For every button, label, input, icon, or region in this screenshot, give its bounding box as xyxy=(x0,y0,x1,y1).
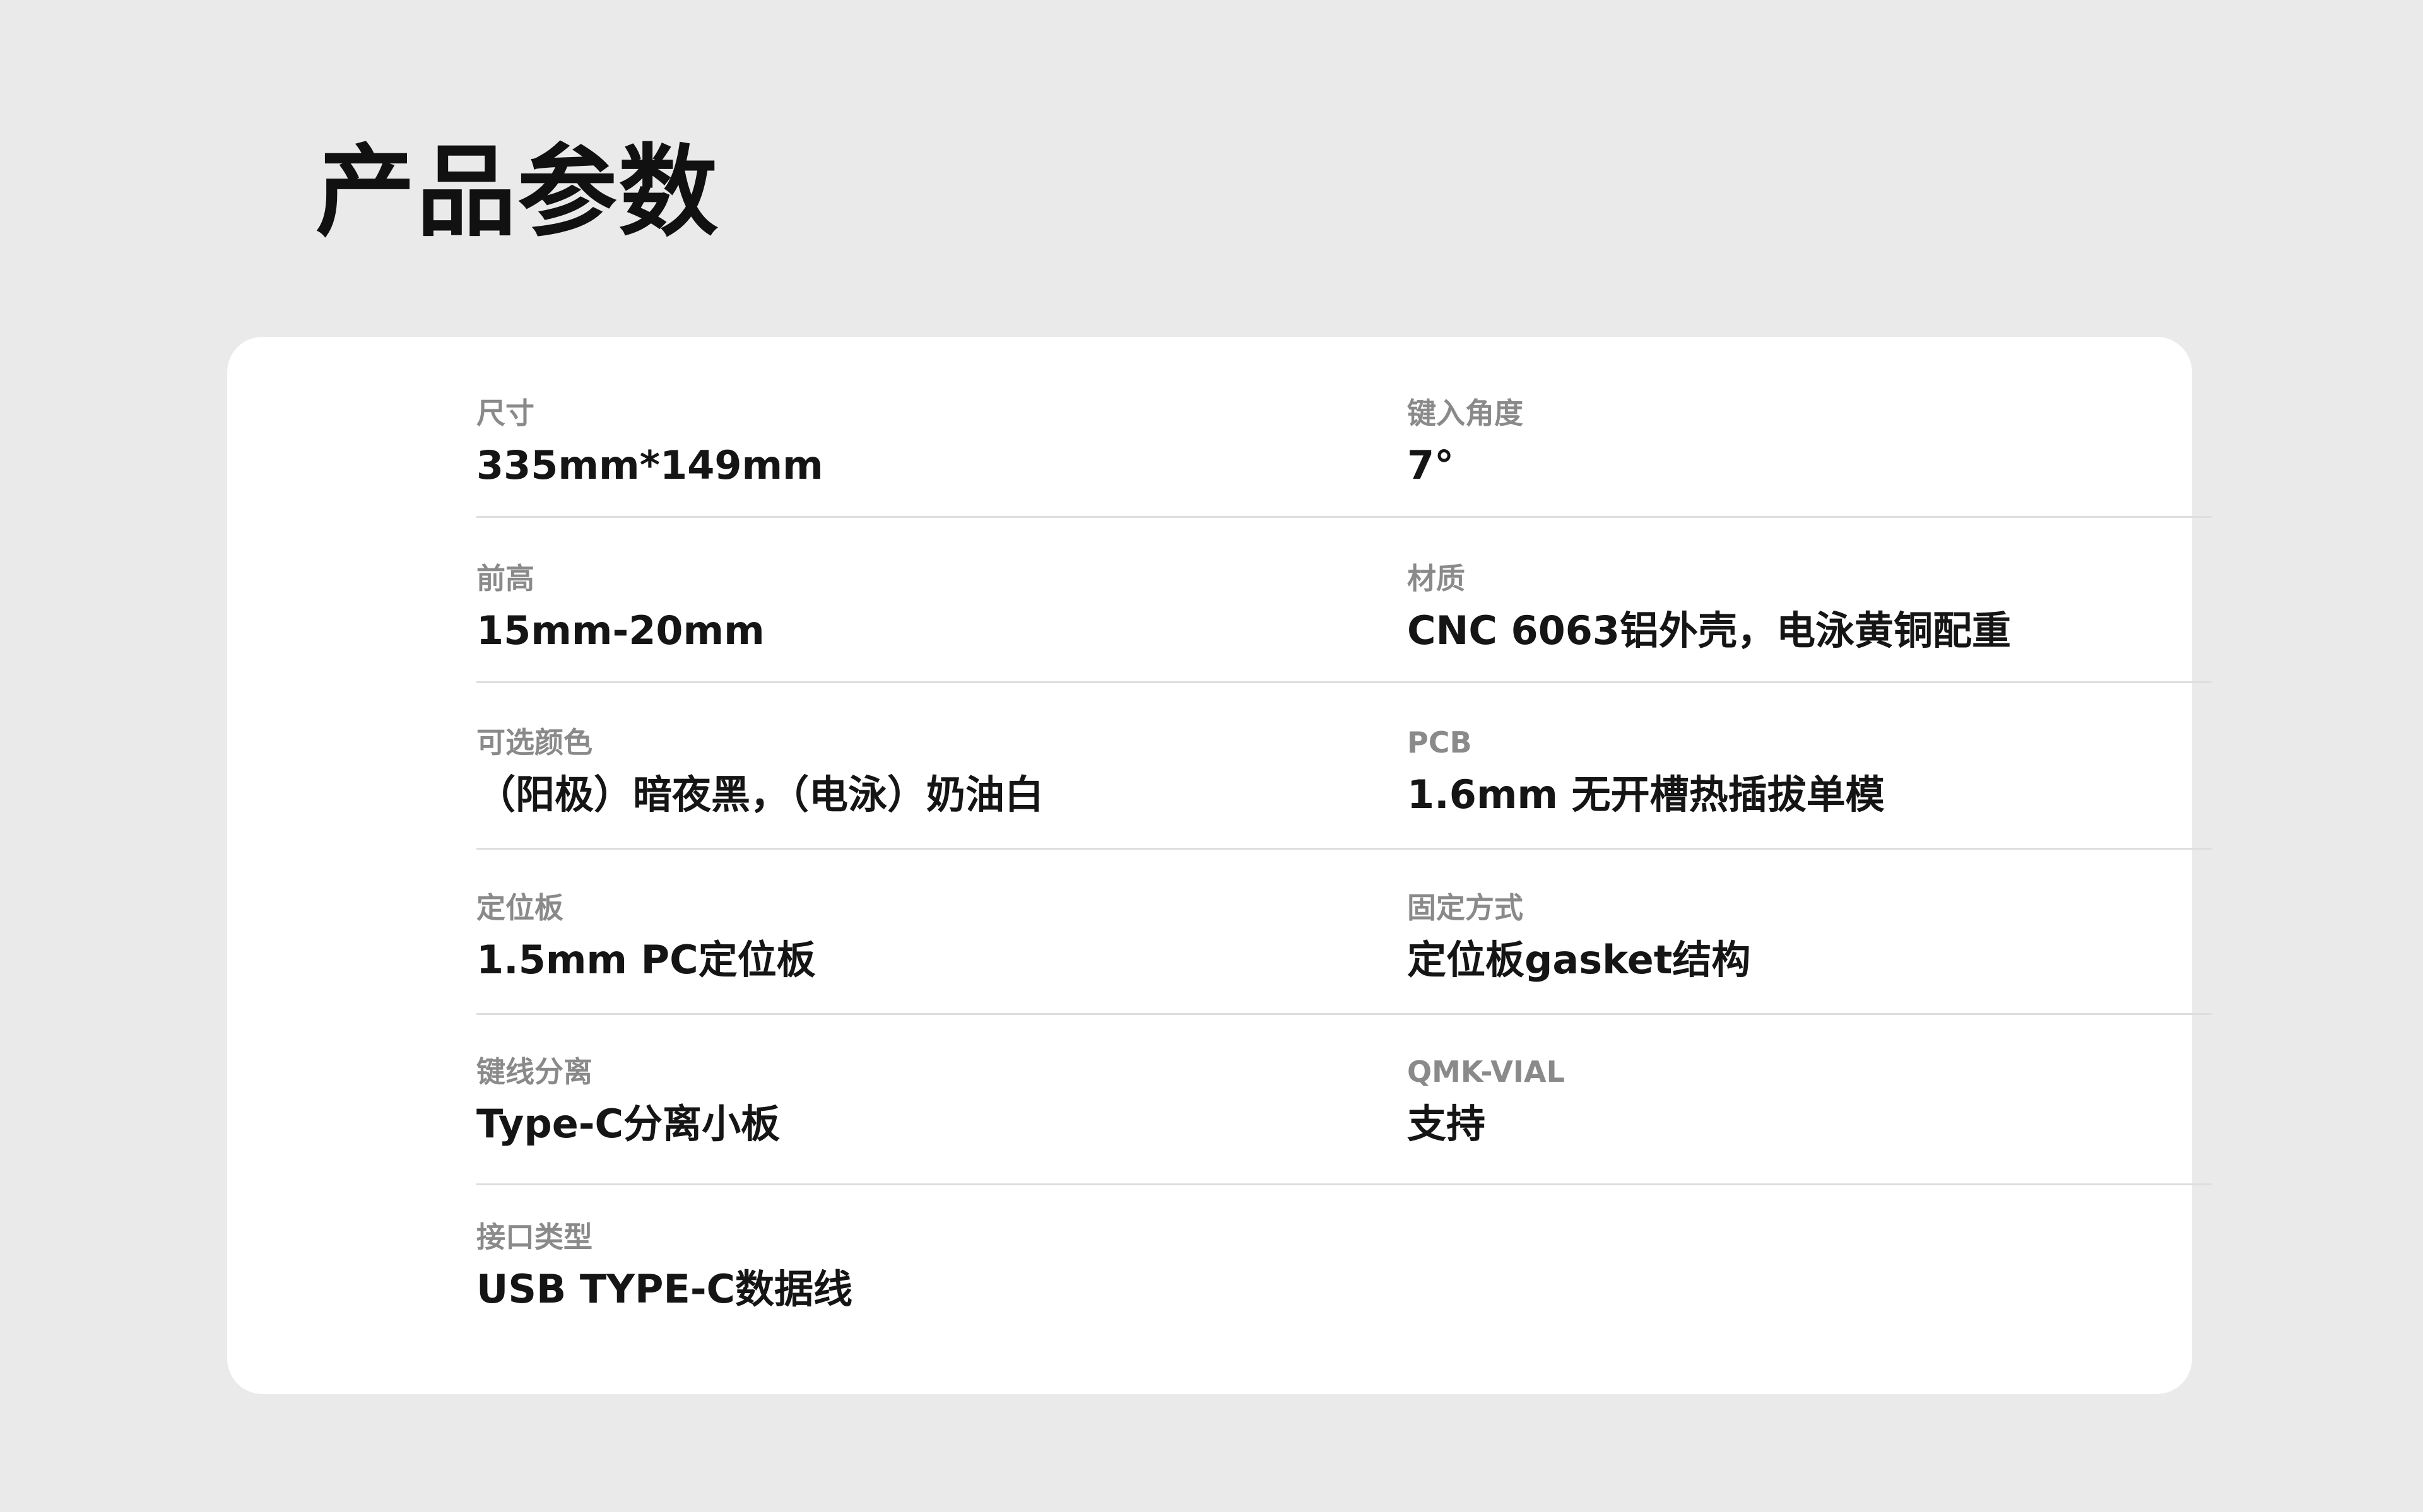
spec-item-pcb: PCB 1.6mm 无开槽热插拔单模 xyxy=(1407,724,1885,819)
spec-label: PCB xyxy=(1407,725,1472,759)
spec-value: USB TYPE-C数据线 xyxy=(476,1266,853,1312)
page-title: 产品参数 xyxy=(315,134,719,250)
spec-label: QMK-VIAL xyxy=(1407,1055,1565,1089)
spec-item-cable-separation: 键线分离 Type-C分离小板 xyxy=(476,1053,780,1148)
spec-item-front-height: 前高 15mm-20mm xyxy=(476,560,765,655)
spec-value: 335mm*149mm xyxy=(476,442,823,488)
row-divider xyxy=(476,516,1407,518)
spec-label: 可选颜色 xyxy=(476,725,592,759)
row-divider xyxy=(1407,516,2212,518)
spec-label: 材质 xyxy=(1407,561,1465,595)
row-divider xyxy=(1407,681,2212,683)
spec-label: 键入角度 xyxy=(1407,396,1523,430)
spec-item-interface: 接口类型 USB TYPE-C数据线 xyxy=(476,1219,852,1313)
spec-value: （阳极）暗夜黑，（电泳）奶油白 xyxy=(476,771,1044,818)
spec-item-mounting: 固定方式 定位板gasket结构 xyxy=(1407,889,1750,984)
row-divider xyxy=(1407,848,2212,850)
row-divider xyxy=(1407,1013,2212,1015)
spec-card: 尺寸 335mm*149mm 键入角度 7° 前高 15mm-20mm 材质 C… xyxy=(227,337,2212,1394)
spec-value: 7° xyxy=(1407,442,1454,488)
row-divider xyxy=(476,1013,1407,1015)
spec-item-size: 尺寸 335mm*149mm xyxy=(476,395,823,489)
spec-item-colors: 可选颜色 （阳极）暗夜黑，（电泳）奶油白 xyxy=(476,724,1044,819)
row-divider xyxy=(476,1183,1407,1185)
spec-value: Type-C分离小板 xyxy=(476,1101,781,1147)
spec-value: 1.6mm 无开槽热插拔单模 xyxy=(1407,771,1885,818)
spec-label: 接口类型 xyxy=(476,1220,592,1254)
spec-label: 尺寸 xyxy=(476,396,534,430)
row-divider xyxy=(1407,1183,2212,1185)
spec-value: CNC 6063铝外壳，电泳黄铜配重 xyxy=(1407,607,2012,653)
spec-item-typing-angle: 键入角度 7° xyxy=(1407,395,1523,489)
row-divider xyxy=(476,848,1407,850)
spec-label: 键线分离 xyxy=(476,1055,592,1089)
row-divider xyxy=(476,681,1407,683)
spec-value: 支持 xyxy=(1407,1101,1486,1147)
spec-value: 1.5mm PC定位板 xyxy=(476,937,816,983)
spec-label: 定位板 xyxy=(476,891,563,925)
spec-label: 固定方式 xyxy=(1407,891,1523,925)
spec-item-material: 材质 CNC 6063铝外壳，电泳黄铜配重 xyxy=(1407,560,2011,655)
spec-item-plate: 定位板 1.5mm PC定位板 xyxy=(476,889,816,984)
spec-value: 定位板gasket结构 xyxy=(1407,937,1751,983)
spec-label: 前高 xyxy=(476,561,534,595)
spec-value: 15mm-20mm xyxy=(476,607,765,653)
spec-item-qmk-vial: QMK-VIAL 支持 xyxy=(1407,1053,1565,1148)
